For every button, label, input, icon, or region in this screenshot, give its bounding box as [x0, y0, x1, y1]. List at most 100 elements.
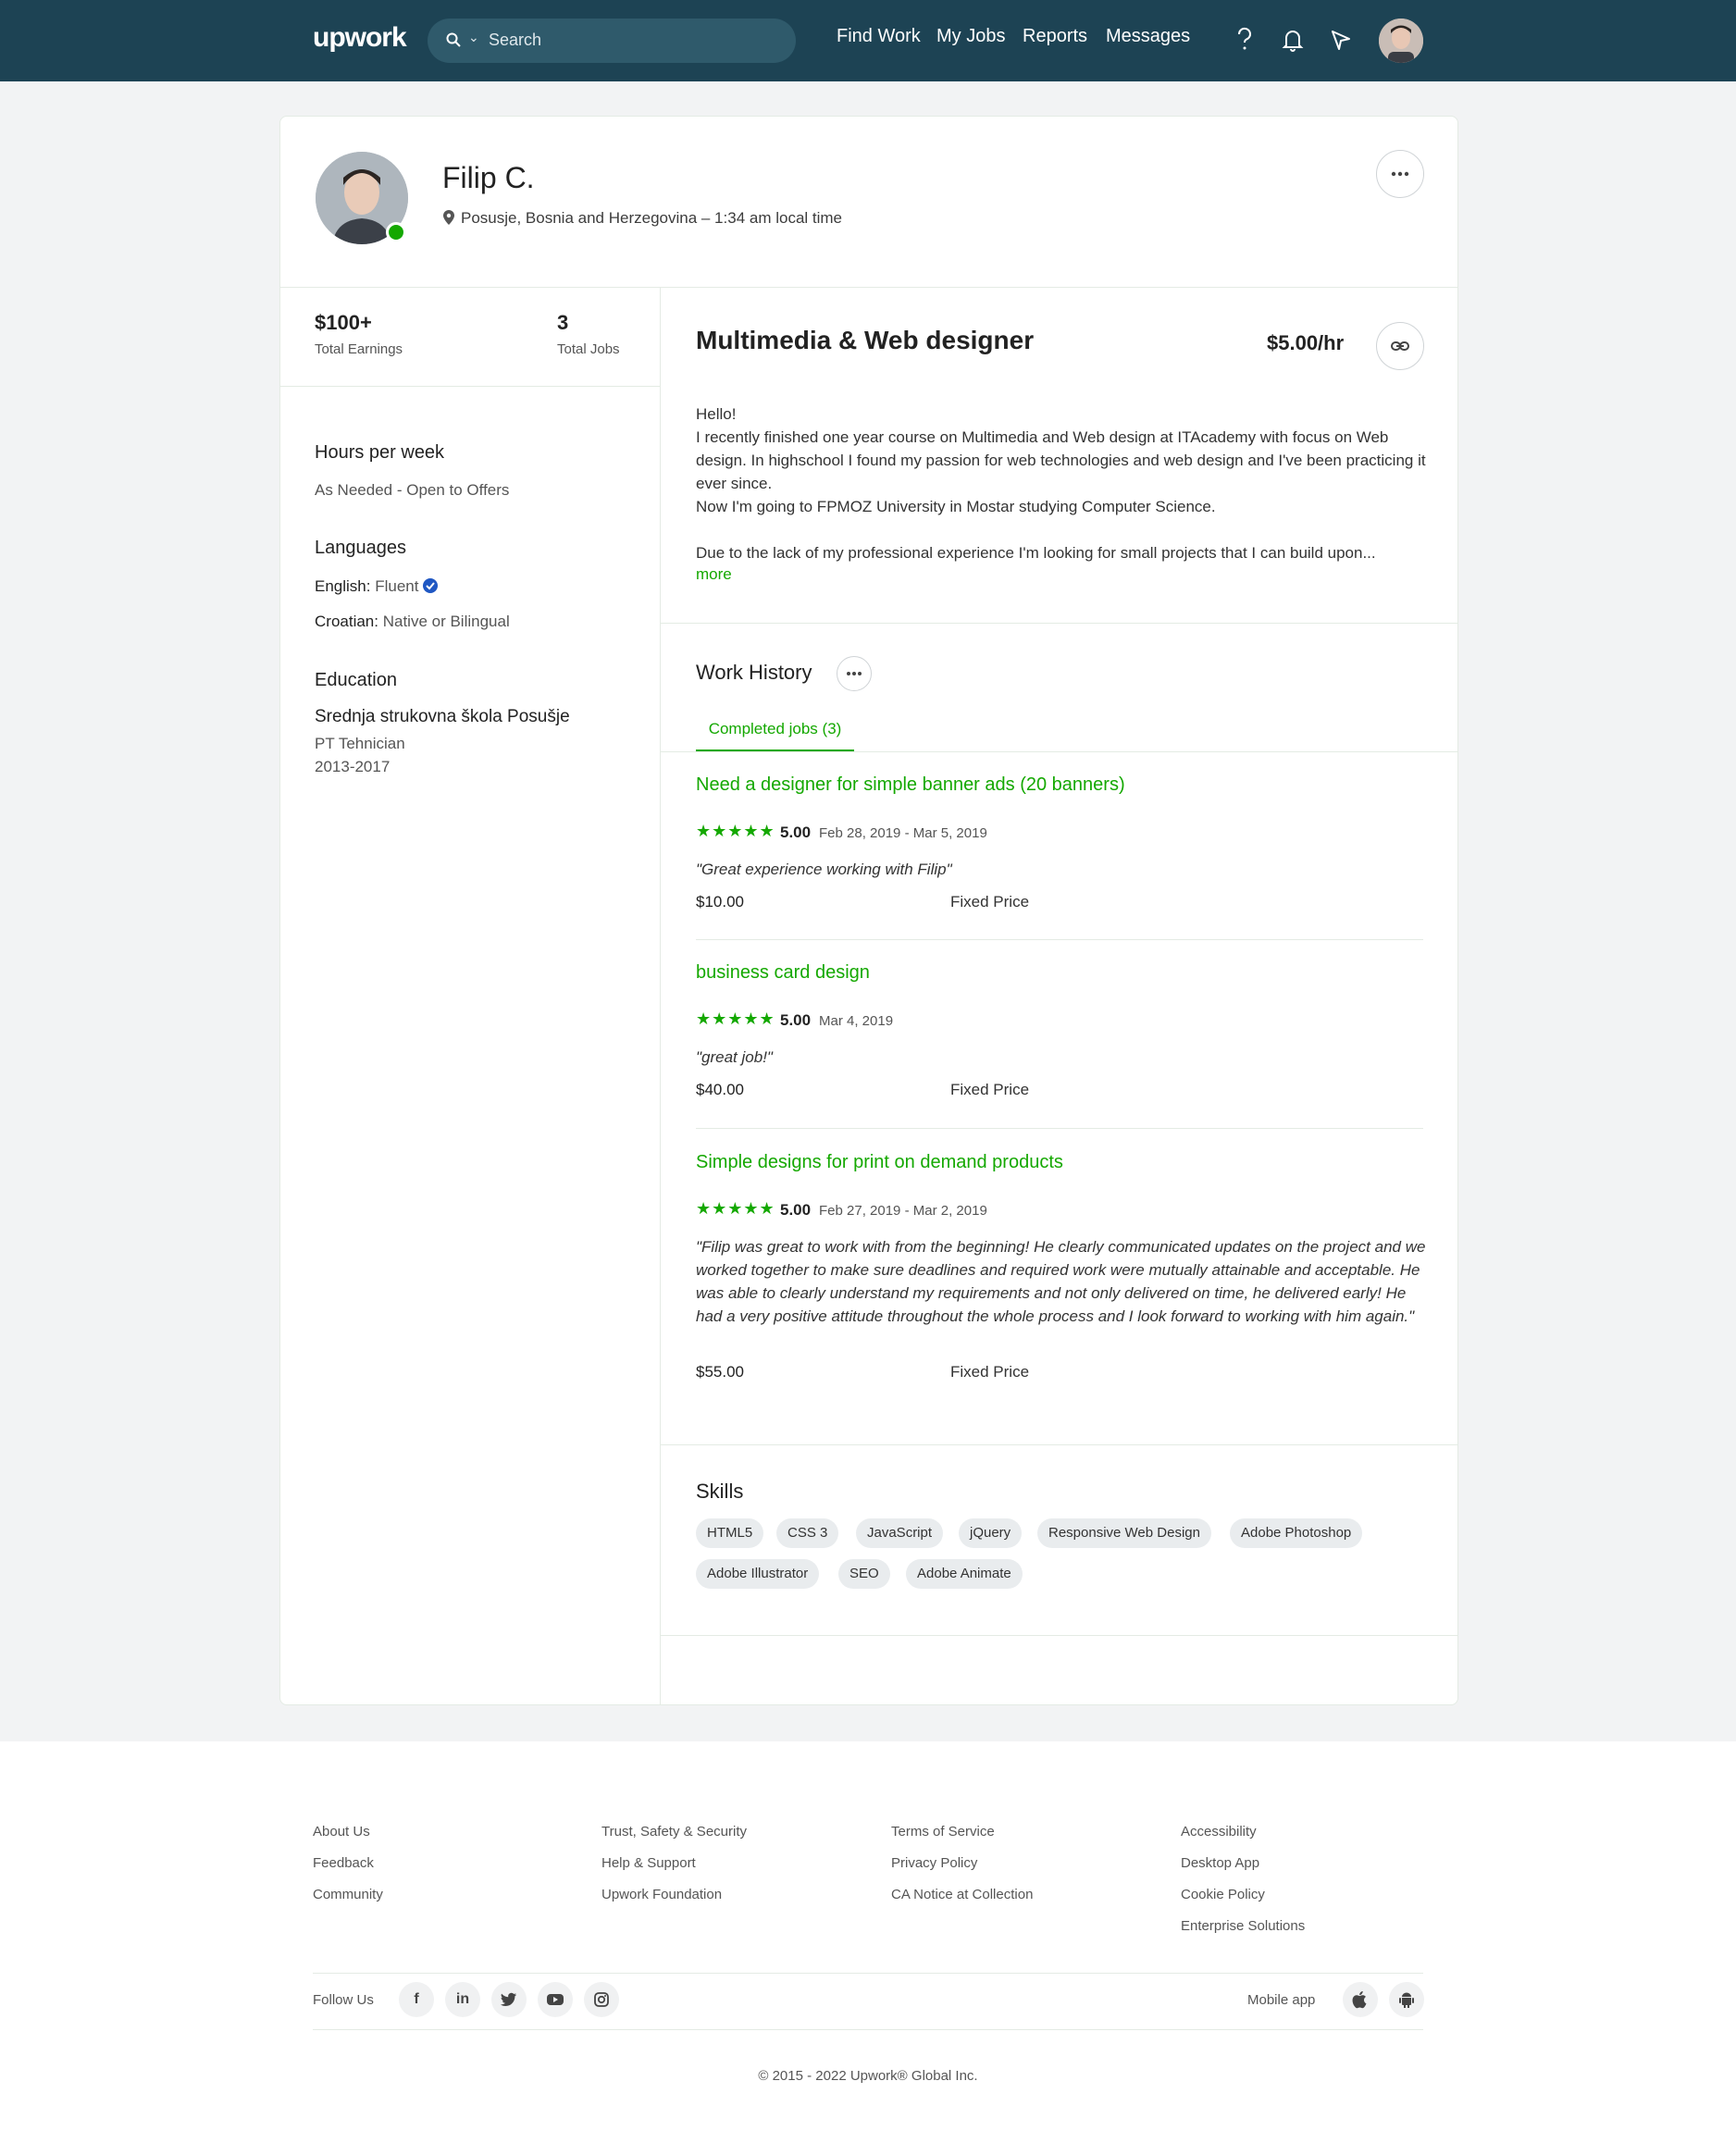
- hourly-rate: $5.00/hr: [1267, 331, 1345, 354]
- language-level: Native or Bilingual: [382, 613, 510, 630]
- rating-stars: ★★★★★: [696, 1199, 775, 1218]
- notification-bell-icon[interactable]: [1277, 24, 1308, 56]
- hours-heading: Hours per week: [315, 442, 445, 463]
- skill-chip[interactable]: Adobe Illustrator: [696, 1559, 820, 1589]
- total-earnings-value: $100+: [315, 311, 372, 334]
- footer-link[interactable]: Cookie Policy: [1181, 1887, 1265, 1902]
- youtube-icon[interactable]: [538, 1982, 573, 2017]
- help-icon[interactable]: [1229, 24, 1260, 56]
- job-dates: Feb 27, 2019 - Mar 2, 2019: [819, 1203, 987, 1219]
- language-name: Croatian:: [315, 613, 378, 630]
- location-pin-icon: [443, 210, 454, 225]
- languages-heading: Languages: [315, 538, 406, 558]
- instagram-icon[interactable]: [584, 1982, 619, 2017]
- skill-chip[interactable]: Adobe Photoshop: [1230, 1518, 1363, 1548]
- divider: [280, 386, 660, 387]
- facebook-icon[interactable]: f: [399, 1982, 434, 2017]
- footer-link[interactable]: About Us: [313, 1824, 370, 1840]
- skill-chip[interactable]: jQuery: [959, 1518, 1023, 1548]
- mobile-app-label: Mobile app: [1247, 1992, 1316, 2008]
- overview-line: Now I'm going to FPMOZ University in Mos…: [696, 498, 1216, 515]
- nav-find-work[interactable]: Find Work: [837, 26, 921, 47]
- apple-icon[interactable]: [1343, 1982, 1378, 2017]
- divider: [313, 2029, 1423, 2030]
- footer-link[interactable]: Desktop App: [1181, 1855, 1259, 1871]
- skill-chip[interactable]: CSS 3: [776, 1518, 839, 1548]
- client-review: "Filip was great to work with from the b…: [696, 1238, 1426, 1325]
- copyright-text: © 2015 - 2022 Upwork® Global Inc.: [758, 2068, 978, 2084]
- footer-link[interactable]: Trust, Safety & Security: [601, 1824, 747, 1840]
- divider: [661, 1444, 1457, 1445]
- more-link[interactable]: more: [696, 565, 732, 584]
- overview-line: Hello!: [696, 405, 737, 423]
- divider: [280, 287, 1457, 288]
- footer-link[interactable]: Privacy Policy: [891, 1855, 977, 1871]
- job-title-link[interactable]: Need a designer for simple banner ads (2…: [696, 774, 1125, 796]
- language-croatian: Croatian: Native or Bilingual: [315, 613, 510, 631]
- divider: [313, 1973, 1423, 1974]
- client-review: "Great experience working with Filip": [696, 861, 952, 878]
- job-price: $55.00: [696, 1363, 744, 1381]
- language-level: Fluent: [375, 577, 419, 595]
- upwork-logo[interactable]: upwork: [313, 22, 407, 54]
- verified-badge-icon: [423, 578, 439, 593]
- divider: [661, 623, 1457, 624]
- online-status-dot: [386, 222, 406, 242]
- skill-chip[interactable]: HTML5: [696, 1518, 764, 1548]
- total-earnings-label: Total Earnings: [315, 341, 403, 357]
- footer-link[interactable]: Community: [313, 1887, 383, 1902]
- divider: [661, 751, 1457, 752]
- follow-us-label: Follow Us: [313, 1992, 374, 2008]
- hours-value: As Needed - Open to Offers: [315, 481, 510, 499]
- nav-messages[interactable]: Messages: [1106, 26, 1190, 47]
- divider: [696, 1128, 1423, 1129]
- footer-link[interactable]: Accessibility: [1181, 1824, 1257, 1840]
- education-school: Srednja strukovna škola Posušje: [315, 707, 570, 726]
- user-avatar[interactable]: [1379, 19, 1423, 63]
- footer-link[interactable]: CA Notice at Collection: [891, 1887, 1033, 1902]
- copy-link-button[interactable]: [1376, 322, 1424, 370]
- rating-score: 5.00: [780, 1201, 812, 1219]
- divider: [661, 1635, 1457, 1636]
- profile-overview: Hello! I recently finished one year cour…: [696, 403, 1427, 564]
- ellipsis-icon: [847, 672, 862, 675]
- android-icon[interactable]: [1389, 1982, 1424, 2017]
- tab-completed-jobs[interactable]: Completed jobs (3): [696, 720, 854, 753]
- footer-link[interactable]: Upwork Foundation: [601, 1887, 722, 1902]
- job-title-link[interactable]: business card design: [696, 962, 870, 984]
- overview-line: I recently finished one year course on M…: [696, 428, 1426, 492]
- rating-stars: ★★★★★: [696, 822, 775, 840]
- total-jobs-label: Total Jobs: [557, 341, 620, 357]
- skill-chip[interactable]: SEO: [838, 1559, 890, 1589]
- overview-line: [696, 518, 1427, 541]
- skill-chip[interactable]: JavaScript: [856, 1518, 944, 1548]
- skill-chip[interactable]: Responsive Web Design: [1037, 1518, 1211, 1548]
- job-title-link[interactable]: Simple designs for print on demand produ…: [696, 1152, 1063, 1173]
- chevron-down-icon[interactable]: ⌄: [468, 30, 479, 45]
- profile-title: Multimedia & Web designer: [696, 326, 1035, 354]
- location: Posusje, Bosnia and Herzegovina – 1:34 a…: [442, 209, 842, 228]
- more-options-button[interactable]: [1376, 150, 1424, 198]
- overview-line: Due to the lack of my professional exper…: [696, 544, 1376, 562]
- footer-link[interactable]: Terms of Service: [891, 1824, 995, 1840]
- footer-link[interactable]: Enterprise Solutions: [1181, 1918, 1305, 1934]
- job-price: $40.00: [696, 1081, 744, 1098]
- footer-link[interactable]: Feedback: [313, 1855, 374, 1871]
- nav-reports[interactable]: Reports: [1023, 26, 1087, 47]
- skill-chip[interactable]: Adobe Animate: [906, 1559, 1023, 1589]
- education-years: 2013-2017: [315, 758, 391, 775]
- nav-my-jobs[interactable]: My Jobs: [936, 26, 1005, 47]
- job-price-type: Fixed Price: [950, 893, 1030, 910]
- twitter-icon[interactable]: [491, 1982, 527, 2017]
- search-placeholder[interactable]: Search: [489, 31, 541, 50]
- linkedin-icon[interactable]: in: [445, 1982, 480, 2017]
- work-history-options-button[interactable]: [837, 656, 872, 691]
- search-bar[interactable]: ⌄ Search: [428, 19, 796, 63]
- link-icon: [1391, 341, 1409, 351]
- work-history-heading: Work History: [696, 661, 812, 684]
- location-text: Posusje, Bosnia and Herzegovina – 1:34 a…: [461, 209, 843, 227]
- profile-card: Filip C. Posusje, Bosnia and Herzegovina…: [279, 116, 1458, 1705]
- send-icon[interactable]: [1325, 24, 1357, 56]
- footer-link[interactable]: Help & Support: [601, 1855, 696, 1871]
- rating-score: 5.00: [780, 1011, 812, 1029]
